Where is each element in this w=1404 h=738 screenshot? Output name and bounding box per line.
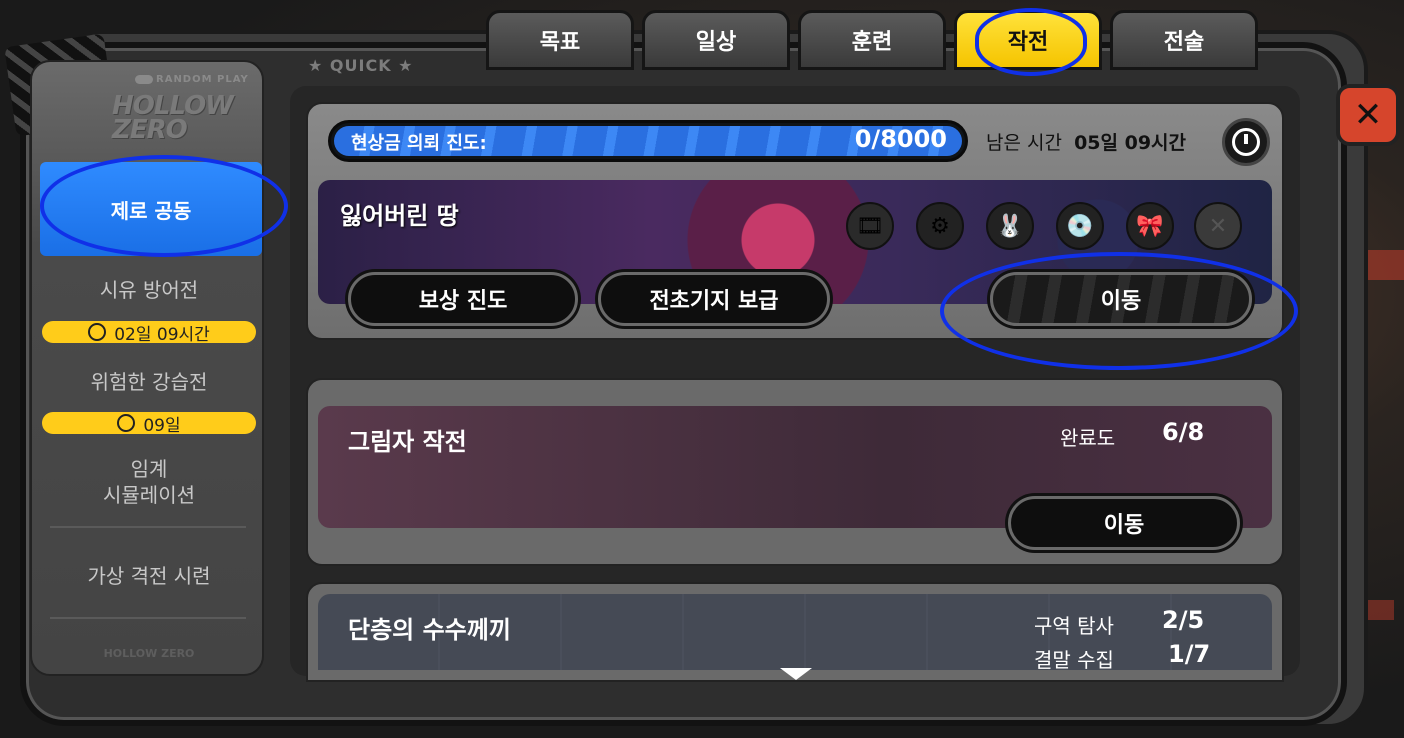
- hollow-zero-logo: HOLLOW ZERO: [112, 91, 234, 145]
- locked-icon: ✕: [1194, 202, 1242, 250]
- move-button-shadow-operation[interactable]: 이동: [1008, 496, 1240, 550]
- explore-label: 구역 탐사: [1034, 614, 1114, 638]
- bangboo-icon[interactable]: 🐰: [986, 202, 1034, 250]
- ending-value: 1/7: [1168, 640, 1211, 668]
- tab-daily[interactable]: 일상: [642, 10, 790, 70]
- film-icon[interactable]: 🎞: [846, 202, 894, 250]
- tab-tactics[interactable]: 전술: [1110, 10, 1258, 70]
- completion-value: 6/8: [1162, 418, 1205, 446]
- timer-badge: 09일: [42, 412, 256, 436]
- puzzle-title: 단층의 수수께끼: [348, 616, 511, 644]
- clock-icon: [88, 323, 107, 341]
- tab-training[interactable]: 훈련: [798, 10, 946, 70]
- bounty-progress-bar: 현상금 의뢰 진도: 0/8000: [328, 120, 968, 162]
- tab-goal[interactable]: 목표: [486, 10, 634, 70]
- sidebar-item-assault[interactable]: 위험한 강습전: [32, 366, 266, 395]
- quick-label: ★ QUICK ★: [308, 56, 414, 75]
- film-reel-icon[interactable]: ⚙: [916, 202, 964, 250]
- annotation-circle-sidebar: [40, 155, 288, 257]
- reward-progress-button[interactable]: 보상 진도: [348, 272, 578, 326]
- sidebar-item-virtual-trial[interactable]: 가상 격전 시련: [32, 560, 266, 589]
- shadow-operation-title: 그림자 작전: [348, 428, 467, 456]
- divider: [50, 526, 246, 528]
- close-button[interactable]: ✕: [1336, 84, 1400, 146]
- sidebar-footer-logo: HOLLOW ZERO: [103, 647, 195, 660]
- progress-value: 0/8000: [854, 125, 947, 153]
- completion-label: 완료도: [1060, 426, 1116, 450]
- lost-land-title: 잃어버린 땅: [340, 202, 459, 230]
- close-icon: ✕: [1353, 95, 1383, 135]
- bunny-icon[interactable]: 🎀: [1126, 202, 1174, 250]
- background-accent: [1364, 600, 1394, 620]
- progress-label: 현상금 의뢰 진도:: [351, 133, 487, 154]
- power-icon: [1232, 128, 1260, 156]
- scroll-down-arrow-icon[interactable]: [780, 668, 812, 680]
- bounty-info-button[interactable]: [1222, 118, 1270, 166]
- sidebar-item-defense[interactable]: 시유 방어전: [32, 274, 266, 303]
- sidebar: RANDOM PLAY HOLLOW ZERO 제로 공동 시유 방어전 02일…: [30, 60, 264, 676]
- explore-value: 2/5: [1162, 606, 1205, 634]
- clock-icon: [117, 414, 136, 432]
- sidebar-item-simulation[interactable]: 임계 시뮬레이션: [32, 456, 266, 508]
- disc-drive-icon[interactable]: 💿: [1056, 202, 1104, 250]
- annotation-circle-move: [940, 252, 1298, 370]
- background-accent: [1364, 250, 1404, 280]
- divider: [50, 617, 246, 619]
- outpost-supply-button[interactable]: 전초기지 보급: [598, 272, 830, 326]
- timer-badge: 02일 09시간: [42, 321, 256, 345]
- random-play-label: RANDOM PLAY: [135, 74, 249, 85]
- annotation-circle-tab: [975, 8, 1087, 76]
- remaining-time: 남은 시간 05일 09시간: [986, 132, 1186, 154]
- ending-label: 결말 수집: [1034, 648, 1114, 672]
